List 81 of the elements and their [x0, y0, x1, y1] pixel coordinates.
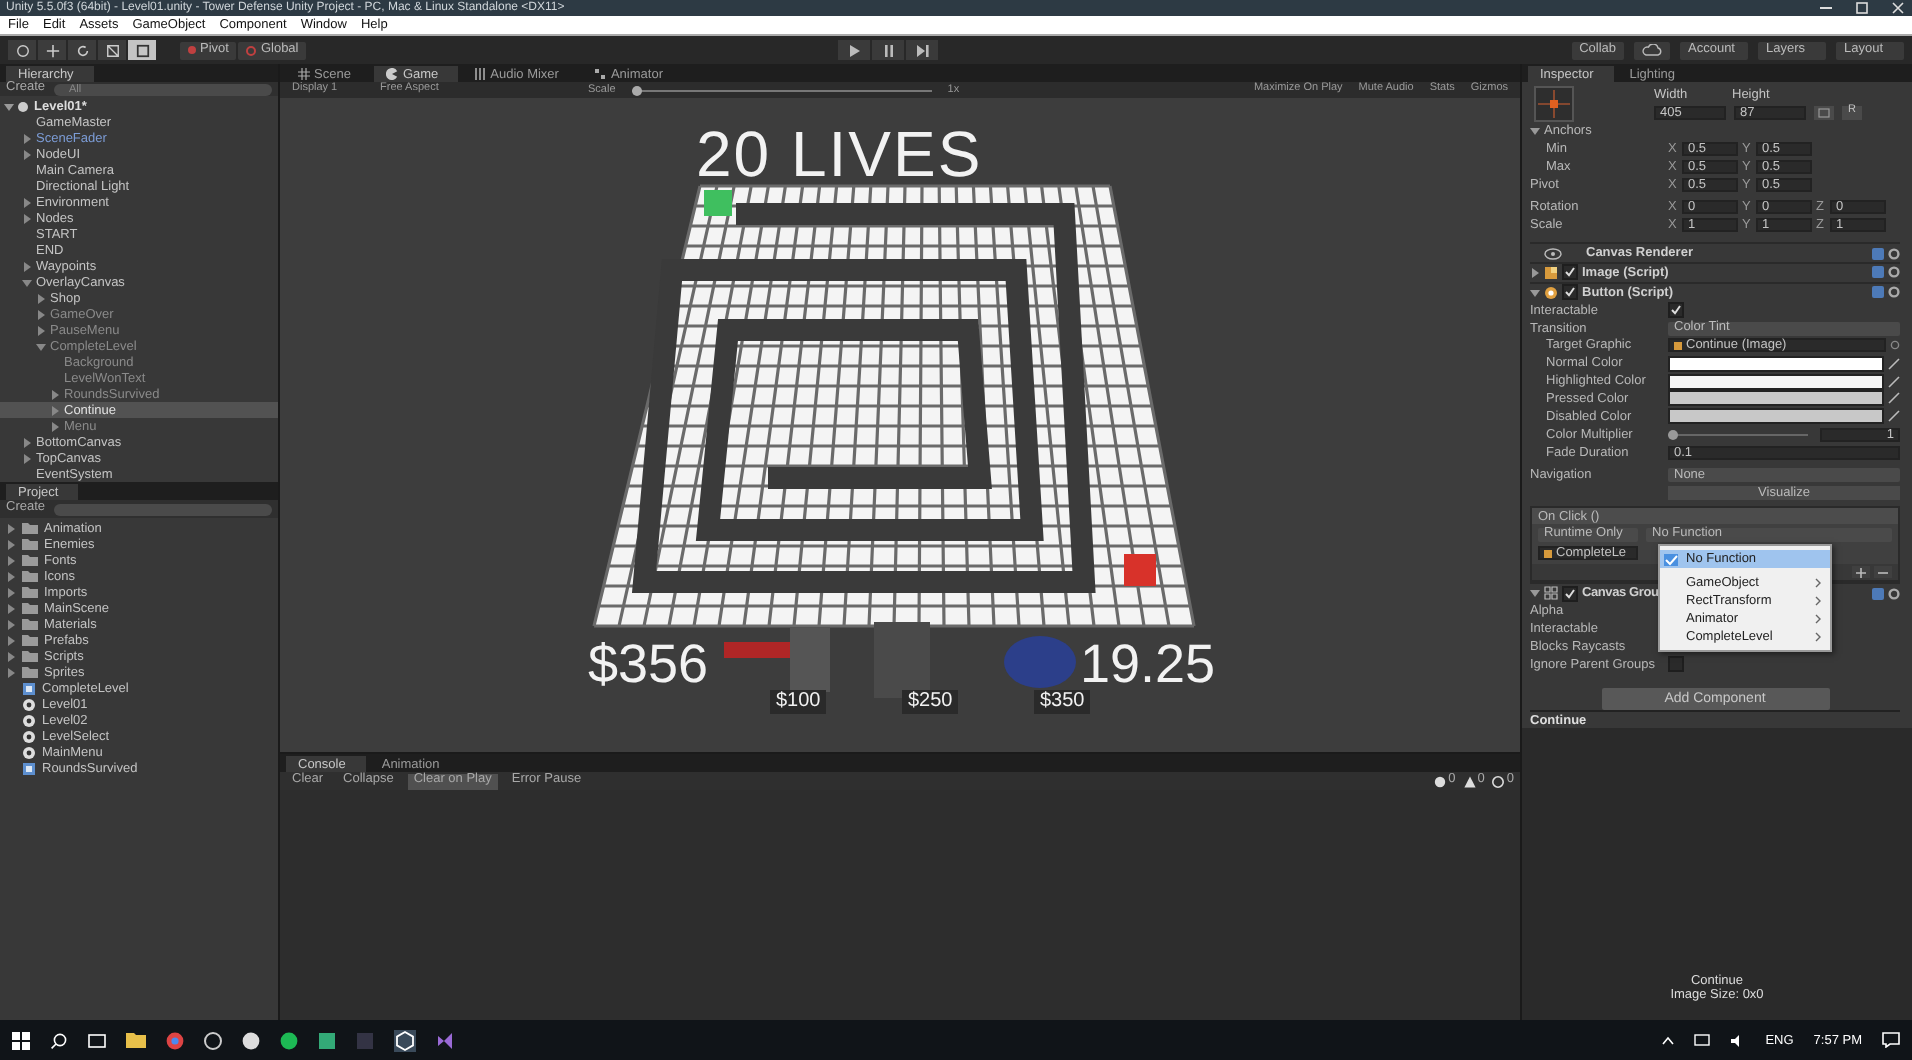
play-icon — [847, 43, 862, 57]
play-button[interactable] — [838, 40, 871, 60]
nodes-icon — [594, 68, 607, 80]
blueprint-button[interactable] — [1814, 105, 1834, 119]
expand-arrow-icon[interactable] — [36, 325, 46, 335]
expand-arrow-icon[interactable] — [22, 277, 32, 287]
checkbox[interactable] — [1668, 656, 1684, 673]
color-swatch[interactable] — [1668, 373, 1884, 390]
task-view-icon[interactable] — [88, 1031, 106, 1049]
hand-tool-button[interactable] — [8, 40, 36, 60]
expand-arrow-icon[interactable] — [22, 149, 32, 159]
close-icon[interactable] — [1890, 2, 1906, 14]
expand-arrow-icon[interactable] — [22, 261, 32, 271]
enabled-checkbox[interactable] — [1562, 264, 1578, 281]
enabled-checkbox[interactable] — [1562, 284, 1578, 301]
price-label[interactable]: $250 — [902, 690, 959, 714]
pause-button[interactable] — [872, 40, 905, 60]
expand-arrow-icon[interactable] — [22, 133, 32, 143]
frame-icon — [1818, 107, 1830, 117]
circle-app-icon[interactable] — [242, 1031, 260, 1049]
eye-icon — [1544, 247, 1562, 260]
expand-arrow-icon[interactable] — [36, 309, 46, 319]
lives-text: 20 LIVES — [696, 122, 983, 186]
hash-icon — [298, 68, 310, 80]
scale-icon — [105, 43, 119, 57]
money-text: $356 — [588, 638, 709, 692]
expand-arrow-icon[interactable] — [1530, 267, 1540, 278]
expand-arrow-icon[interactable] — [22, 197, 32, 207]
expand-arrow-icon[interactable] — [50, 421, 60, 431]
windows-logo-icon[interactable] — [12, 1031, 30, 1049]
checkbox[interactable] — [1668, 302, 1684, 319]
add-button[interactable] — [1852, 566, 1870, 579]
enabled-checkbox[interactable] — [1562, 585, 1578, 602]
check-icon — [1664, 553, 1678, 565]
color-swatch[interactable] — [1668, 390, 1884, 407]
expand-arrow-icon[interactable] — [36, 293, 46, 303]
remove-button[interactable] — [1874, 566, 1892, 579]
circle-app-icon[interactable] — [204, 1031, 222, 1049]
step-icon — [915, 43, 930, 57]
timer-text: 19.25 — [1080, 638, 1216, 692]
cloud-icon — [1642, 44, 1662, 56]
rect-tool-button[interactable] — [128, 40, 156, 60]
color-swatch[interactable] — [1668, 355, 1884, 372]
expand-arrow-icon[interactable] — [4, 101, 14, 111]
anchor-preset-icon[interactable] — [1534, 86, 1574, 122]
grid-icon — [1544, 586, 1558, 601]
target-icon[interactable] — [1890, 340, 1900, 351]
expand-arrow-icon[interactable] — [1530, 287, 1540, 298]
expand-arrow-icon[interactable] — [22, 453, 32, 463]
expand-arrow-icon[interactable] — [22, 437, 32, 447]
image-icon — [1544, 265, 1558, 280]
rotate-icon — [75, 43, 89, 57]
minus-icon — [1878, 567, 1888, 578]
pause-icon — [881, 43, 896, 57]
cloud-button[interactable] — [1634, 41, 1670, 59]
info-icon — [1492, 775, 1505, 787]
expand-arrow-icon[interactable] — [22, 213, 32, 223]
expand-arrow-icon[interactable] — [50, 389, 60, 399]
rect-icon — [135, 43, 149, 57]
error-icon — [1434, 775, 1447, 787]
expand-arrow-icon[interactable] — [1530, 588, 1540, 599]
price-label[interactable]: $350 — [1034, 690, 1091, 714]
scale-tool-button[interactable] — [98, 40, 126, 60]
square-app-icon[interactable] — [318, 1031, 336, 1049]
minimize-icon[interactable] — [1818, 2, 1834, 14]
pacman-icon — [386, 68, 399, 80]
color-swatch[interactable] — [1668, 408, 1884, 425]
bars-icon — [474, 68, 487, 80]
folder-icon[interactable] — [126, 1032, 146, 1048]
search-icon[interactable] — [50, 1031, 68, 1049]
notification-icon[interactable] — [1882, 1032, 1900, 1048]
move-icon — [45, 43, 59, 57]
rotate-tool-button[interactable] — [68, 40, 96, 60]
price-label[interactable]: $100 — [770, 690, 827, 714]
maximize-icon[interactable] — [1854, 2, 1870, 14]
search-field[interactable] — [53, 503, 272, 515]
expand-arrow-icon[interactable] — [36, 341, 46, 351]
plus-icon — [1856, 567, 1866, 578]
expand-arrow-icon[interactable] — [1530, 125, 1540, 136]
move-tool-button[interactable] — [38, 40, 66, 60]
step-button[interactable] — [906, 40, 939, 60]
